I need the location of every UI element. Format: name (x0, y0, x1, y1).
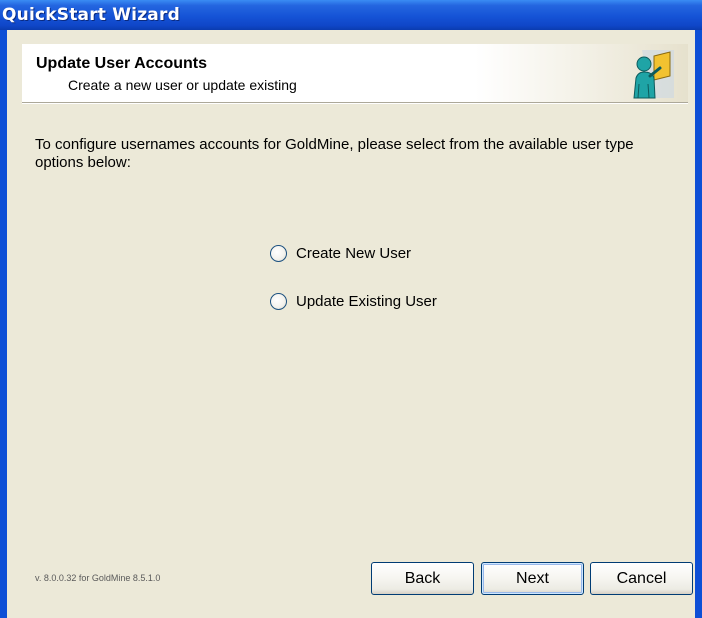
radio-button[interactable] (270, 244, 287, 262)
header-subtitle: Create a new user or update existing (68, 77, 297, 93)
radio-label-create-new-user[interactable]: Create New User (296, 245, 411, 262)
window-border-left (0, 30, 7, 618)
cancel-button[interactable]: Cancel (590, 562, 693, 595)
window-title: QuickStart Wizard (2, 5, 180, 25)
radio-button[interactable] (270, 292, 287, 310)
radio-label-update-existing-user[interactable]: Update Existing User (296, 293, 437, 310)
version-label: v. 8.0.0.32 for GoldMine 8.5.1.0 (35, 573, 161, 583)
header-title: Update User Accounts (36, 55, 207, 72)
window-border-right (695, 30, 702, 618)
option-update-existing-user[interactable]: Update Existing User (270, 290, 437, 312)
back-button[interactable]: Back (371, 562, 474, 595)
header-separator (22, 102, 688, 104)
user-account-icon (633, 50, 674, 99)
option-create-new-user[interactable]: Create New User (270, 242, 411, 264)
title-bar[interactable]: QuickStart Wizard (0, 0, 702, 30)
wizard-header: Update User Accounts Create a new user o… (22, 44, 688, 102)
next-button[interactable]: Next (481, 562, 584, 595)
wizard-window (0, 30, 702, 618)
instructions-text: To configure usernames accounts for Gold… (35, 136, 634, 171)
